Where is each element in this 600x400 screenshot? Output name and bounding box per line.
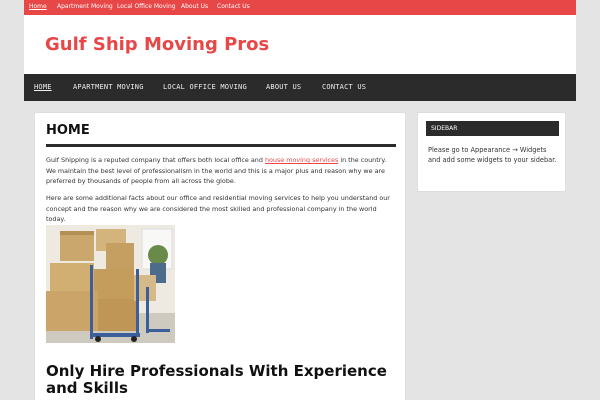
- top-nav-local-office-moving-link[interactable]: Local Office Moving: [117, 3, 176, 10]
- intro-paragraph: Gulf Shipping is a reputed company that …: [46, 155, 396, 187]
- top-nav-apartment-moving-link[interactable]: Apartment Moving: [57, 3, 113, 10]
- site-title[interactable]: Gulf Ship Moving Pros: [45, 34, 269, 55]
- main-nav-contact-us-link[interactable]: CONTACT US: [322, 83, 366, 91]
- top-nav-about-us-link[interactable]: About Us: [181, 3, 208, 10]
- sidebar-widget-title: SIDEBAR: [431, 125, 458, 132]
- sidebar-widget-header: SIDEBAR: [426, 121, 559, 136]
- title-divider: [46, 144, 396, 147]
- section-heading: Only Hire Professionals With Experience …: [46, 362, 387, 397]
- site-header: Gulf Ship Moving Pros: [24, 15, 576, 74]
- page-title: HOME: [46, 123, 90, 138]
- sidebar: SIDEBAR Please go to Appearance → Widget…: [417, 112, 566, 192]
- intro-text-start: Gulf Shipping is a reputed company that …: [46, 156, 265, 164]
- top-nav-home-link[interactable]: Home: [29, 3, 47, 10]
- top-navigation-bar: Home Apartment Moving Local Office Movin…: [24, 0, 576, 15]
- main-nav-apartment-moving-link[interactable]: APARTMENT MOVING: [73, 83, 144, 91]
- house-moving-services-link[interactable]: house moving services: [265, 156, 338, 164]
- main-content-area: HOME Gulf Shipping is a reputed company …: [34, 112, 406, 400]
- sidebar-widget-text: Please go to Appearance → Widgets and ad…: [428, 146, 557, 164]
- main-nav-local-office-moving-link[interactable]: LOCAL OFFICE MOVING: [163, 83, 247, 91]
- main-nav-home-link[interactable]: HOME: [34, 83, 52, 91]
- facts-paragraph: Here are some additional facts about our…: [46, 194, 390, 223]
- moving-boxes-photo: [46, 225, 175, 343]
- main-nav-about-us-link[interactable]: ABOUT US: [266, 83, 301, 91]
- top-nav-contact-us-link[interactable]: Contact Us: [217, 3, 250, 10]
- main-navigation-bar: HOME APARTMENT MOVING LOCAL OFFICE MOVIN…: [24, 74, 576, 101]
